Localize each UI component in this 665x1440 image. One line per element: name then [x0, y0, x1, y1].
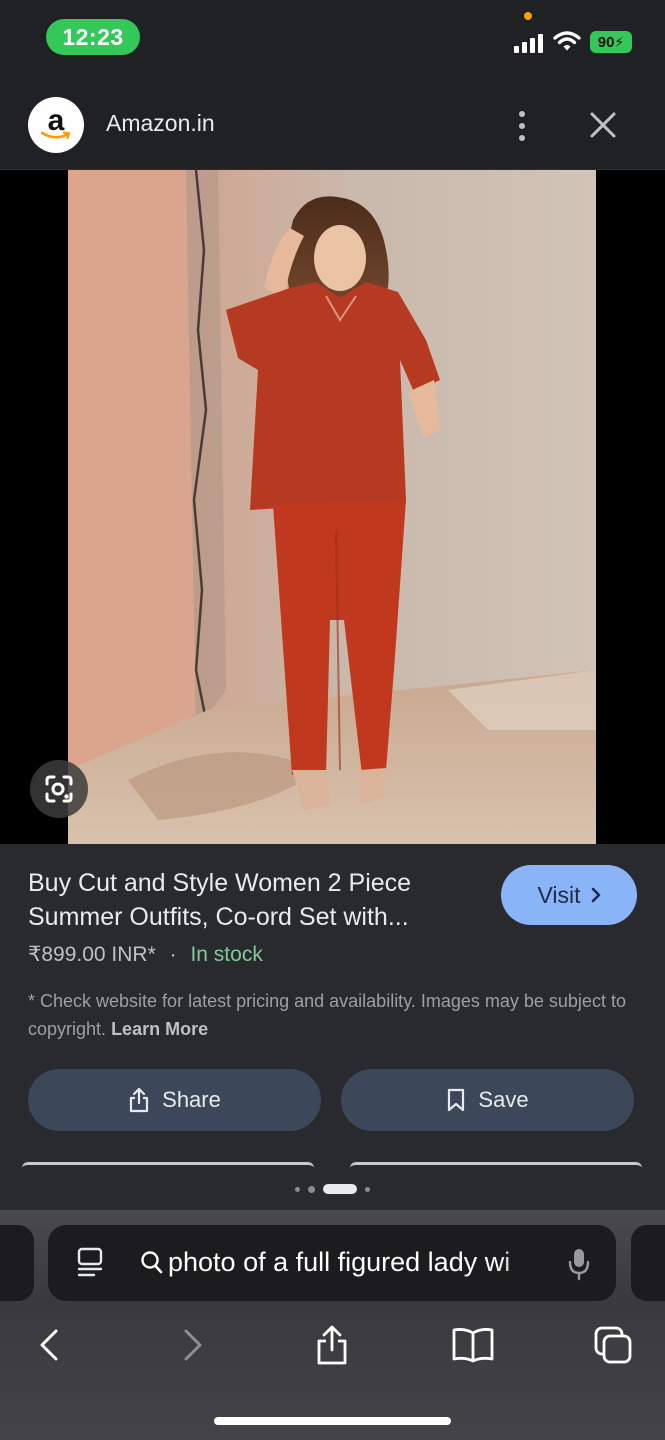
visit-label: Visit — [537, 881, 581, 908]
tabs-icon — [594, 1326, 632, 1364]
product-details-panel: Buy Cut and Style Women 2 Piece Summer O… — [0, 844, 665, 1210]
battery-charging-icon: 90 ⚡ — [590, 31, 632, 53]
search-query[interactable]: photo of a full figured lady wi — [168, 1247, 544, 1281]
carousel-dot-active — [323, 1184, 357, 1194]
search-icon — [141, 1251, 163, 1274]
visit-button[interactable]: Visit — [501, 865, 637, 925]
learn-more-link[interactable]: Learn More — [111, 1019, 208, 1039]
related-result-peek[interactable] — [22, 1162, 314, 1168]
status-time: 12:23 — [46, 19, 140, 55]
browser-toolbar: photo of a full figured lady wi — [0, 1210, 665, 1440]
product-title[interactable]: Buy Cut and Style Women 2 Piece Summer O… — [28, 866, 488, 934]
home-indicator[interactable] — [214, 1417, 451, 1425]
price: ₹899.00 INR* — [28, 943, 156, 966]
carousel-dot — [308, 1185, 315, 1193]
privacy-indicator-dot — [524, 12, 532, 20]
save-label: Save — [478, 1087, 529, 1112]
google-lens-icon — [45, 775, 73, 803]
bookmark-icon — [448, 1088, 465, 1112]
carousel-dot — [365, 1186, 370, 1192]
share-button[interactable]: Share — [28, 1069, 321, 1131]
more-vert-icon[interactable] — [508, 108, 536, 144]
tabs-button[interactable] — [588, 1322, 638, 1368]
forward-button[interactable] — [168, 1322, 218, 1368]
share-page-button[interactable] — [307, 1322, 357, 1368]
bookmarks-button[interactable] — [448, 1322, 498, 1368]
share-icon — [130, 1087, 149, 1113]
chevron-right-icon — [591, 887, 600, 903]
reader-mode-icon[interactable] — [76, 1247, 104, 1279]
source-header: a Amazon.in — [0, 80, 665, 170]
charging-bolt: ⚡ — [614, 33, 625, 50]
microphone-icon[interactable] — [568, 1247, 590, 1281]
site-logo[interactable]: a — [28, 97, 84, 153]
save-button[interactable]: Save — [341, 1069, 634, 1131]
price-row: ₹899.00 INR* · In stock — [28, 942, 263, 967]
related-result-peek[interactable] — [350, 1162, 642, 1168]
status-bar: 12:23 90 ⚡ — [0, 0, 665, 80]
site-name[interactable]: Amazon.in — [106, 110, 215, 137]
back-button[interactable] — [24, 1322, 74, 1368]
carousel-indicator — [0, 1184, 665, 1194]
cellular-signal-icon — [514, 33, 544, 53]
product-image[interactable] — [68, 170, 596, 844]
amazon-smile-icon — [41, 131, 71, 140]
forward-icon — [184, 1329, 202, 1361]
carousel-dot — [295, 1186, 300, 1192]
back-icon — [40, 1329, 58, 1361]
disclaimer-text: * Check website for latest pricing and a… — [28, 987, 638, 1043]
price-separator: · — [169, 943, 177, 966]
next-tab-peek[interactable] — [631, 1225, 665, 1301]
close-icon[interactable] — [588, 110, 618, 140]
stock-status: In stock — [190, 943, 263, 966]
address-bar[interactable]: photo of a full figured lady wi — [48, 1225, 616, 1301]
share-label: Share — [162, 1087, 221, 1112]
wifi-icon — [553, 31, 581, 51]
bookmarks-icon — [452, 1328, 494, 1363]
image-viewer — [0, 170, 665, 844]
share-icon — [317, 1325, 347, 1365]
battery-level: 90 — [597, 33, 615, 51]
previous-tab-peek[interactable] — [0, 1225, 34, 1301]
google-lens-button[interactable] — [30, 760, 88, 818]
